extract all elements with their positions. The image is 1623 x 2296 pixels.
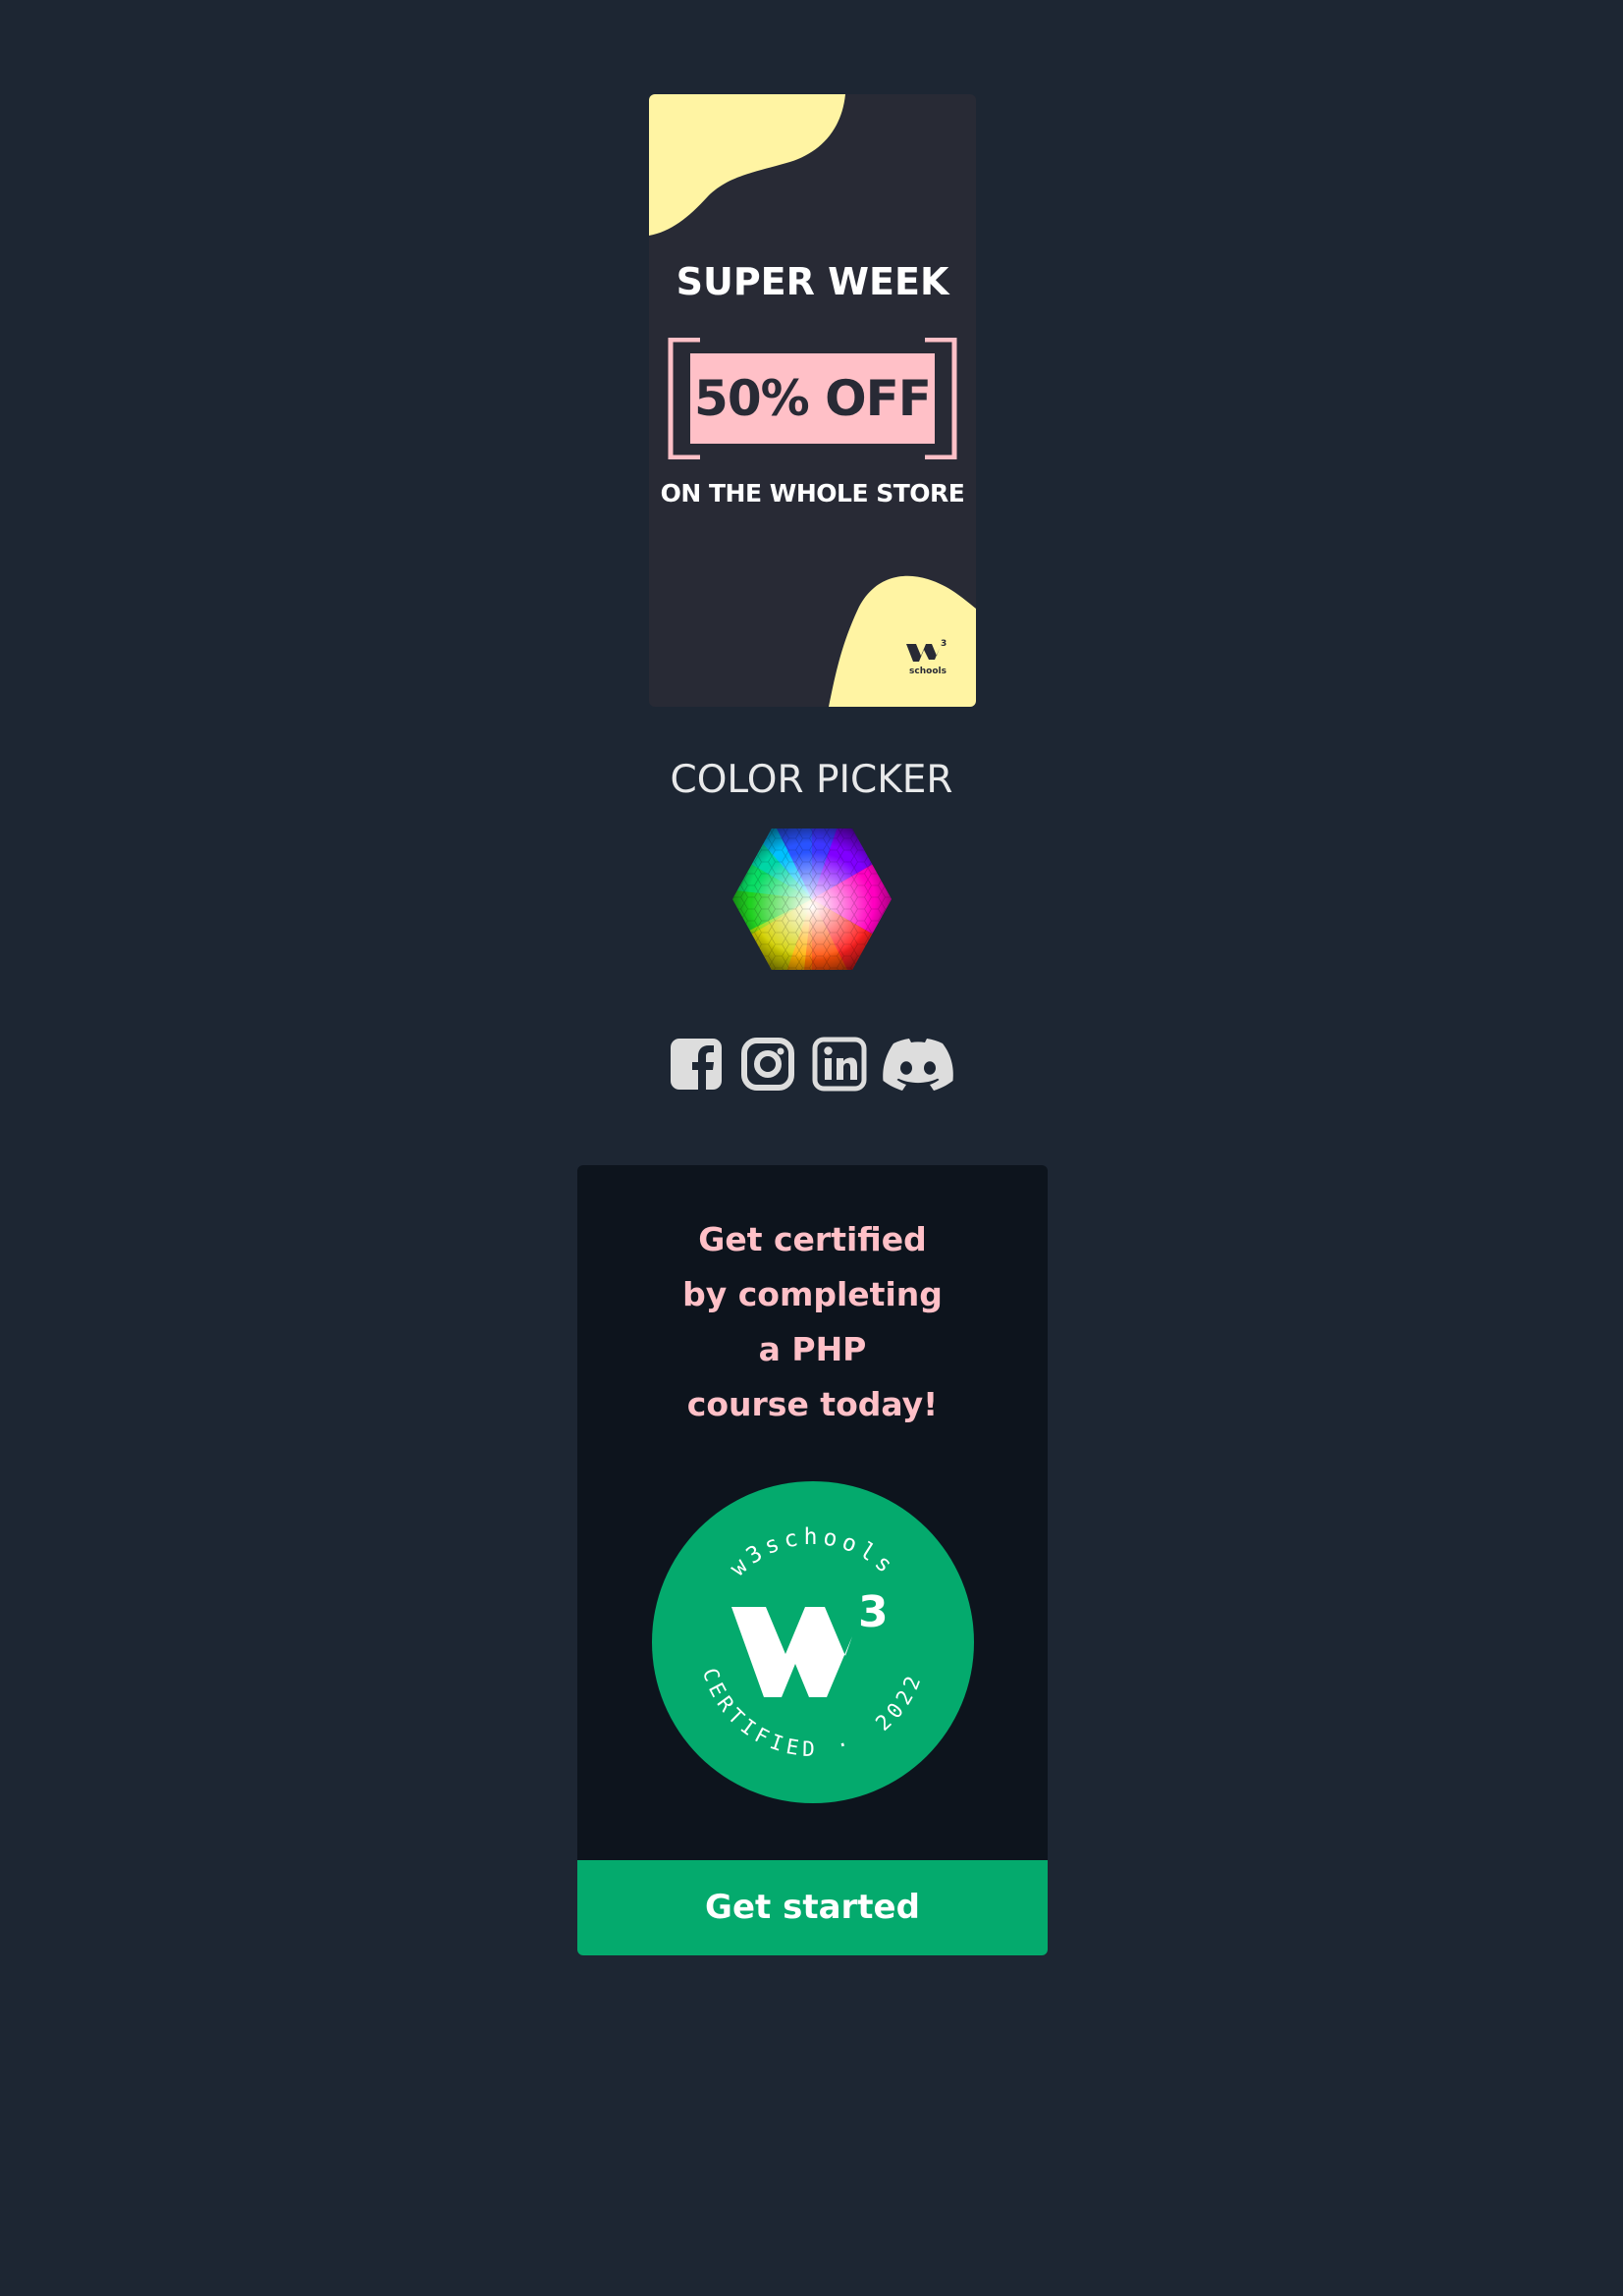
color-hexagon-icon[interactable] xyxy=(730,827,893,972)
instagram-icon[interactable] xyxy=(740,1036,795,1093)
ad-logo-text: schools xyxy=(909,667,947,675)
social-links xyxy=(0,1036,1623,1093)
cert-line-3: a PHP xyxy=(758,1330,867,1368)
ad-discount-frame: 50% OFF xyxy=(667,338,958,459)
certification-text: Get certified by completing a PHP course… xyxy=(577,1212,1048,1432)
certified-badge-icon: w3schools CERTIFIED · 2022 3 xyxy=(652,1481,974,1803)
ad-logo-sup: 3 xyxy=(941,639,947,649)
cert-line-2: by completing xyxy=(682,1275,943,1313)
cert-line-1: Get certified xyxy=(698,1220,927,1258)
get-started-button[interactable]: Get started xyxy=(577,1860,1048,1955)
facebook-icon[interactable] xyxy=(669,1036,724,1093)
discord-icon[interactable] xyxy=(882,1036,954,1093)
ad-banner[interactable]: SUPER WEEK 50% OFF ON THE WHOLE STORE 3 … xyxy=(649,94,976,707)
color-picker-title[interactable]: COLOR PICKER xyxy=(0,756,1623,805)
ad-discount: 50% OFF xyxy=(690,353,935,444)
w3schools-logo-icon: 3 schools xyxy=(906,639,947,675)
badge-logo-sup: 3 xyxy=(858,1587,889,1637)
cert-line-4: course today! xyxy=(686,1385,939,1423)
ad-subline: ON THE WHOLE STORE xyxy=(660,479,965,507)
certification-card: Get certified by completing a PHP course… xyxy=(577,1165,1048,1955)
linkedin-icon[interactable] xyxy=(812,1036,867,1093)
ad-headline: SUPER WEEK xyxy=(676,260,949,303)
